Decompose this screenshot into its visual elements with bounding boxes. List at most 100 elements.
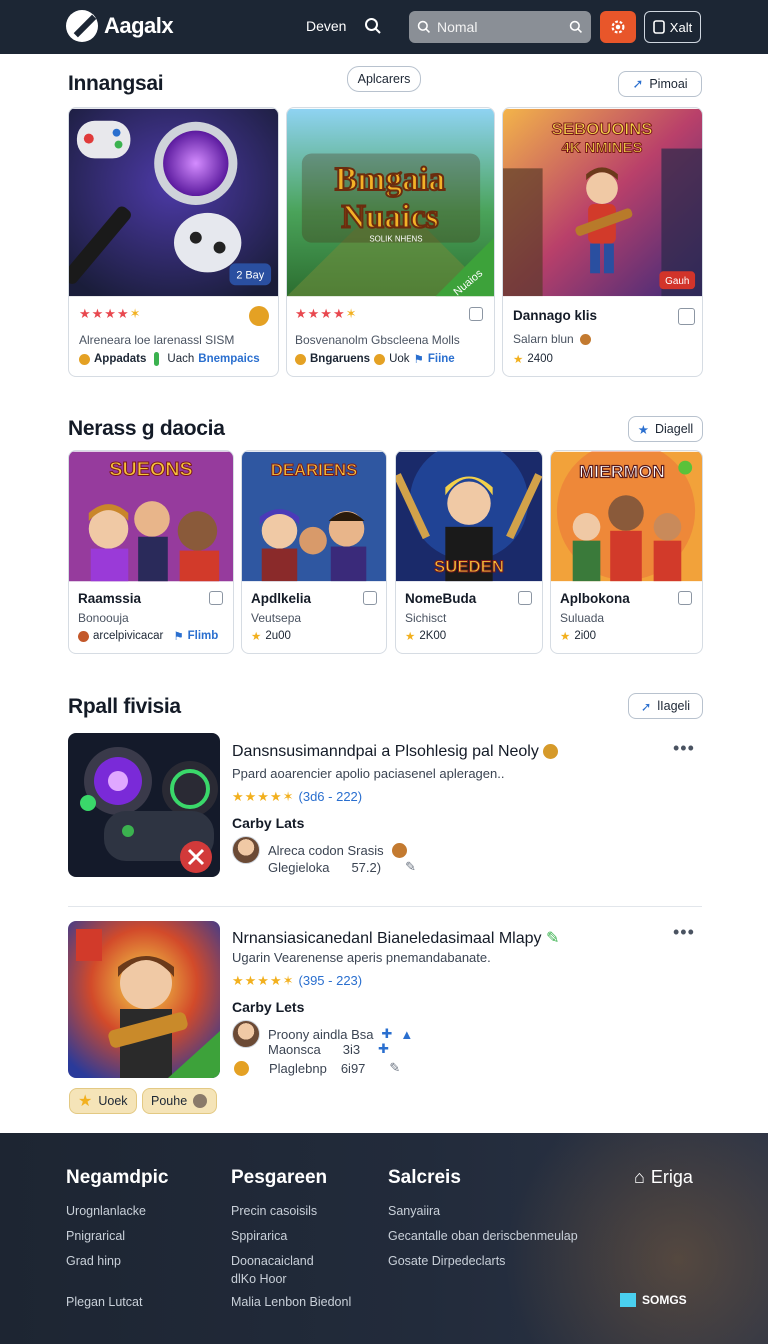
footer-heading: Pesgareen: [231, 1167, 328, 1188]
game-card[interactable]: SUEONS Raamssia Bonoouja arcelpivicacar …: [68, 450, 234, 654]
search-icon[interactable]: [364, 17, 382, 35]
tag-chip[interactable]: ★ Uoek: [69, 1088, 137, 1114]
game-card[interactable]: MIERMON Aplbokona Suluada ★ 2i00: [550, 450, 703, 654]
top-bar: Aagalx Deven Xalt: [0, 0, 768, 54]
new-section-button-label: Diagell: [655, 422, 694, 436]
edit-icon[interactable]: ✎: [389, 1060, 400, 1076]
card-sub: Bonoouja: [78, 611, 129, 625]
star-icon: ★: [251, 631, 262, 643]
divider: [68, 906, 702, 907]
meta-link[interactable]: Bnempaics: [198, 353, 259, 365]
coin-icon: [579, 333, 591, 345]
avatar[interactable]: [232, 1020, 260, 1048]
footer-link[interactable]: dlKo Hoor: [231, 1272, 287, 1286]
bookmark-checkbox[interactable]: [209, 591, 223, 605]
footer-link[interactable]: Malia Lenbon Biedonl: [231, 1295, 351, 1309]
triangle-icon: ▲: [400, 1026, 414, 1042]
game-title-text: Nrnansiasicanedanl Bianeledasimaal Mlapy: [232, 930, 542, 947]
reviewer-name: Maonsca: [268, 1041, 321, 1057]
game-desc: Ppard aoarencier apolio paciasenel apler…: [232, 766, 505, 781]
more-options-icon[interactable]: •••: [673, 922, 695, 943]
footer-link[interactable]: Grad hinp: [66, 1254, 121, 1268]
rating-count: (3d6 - 222): [298, 789, 363, 804]
meta-mid: Uok: [389, 353, 410, 365]
flag-icon: ⚑: [413, 354, 424, 366]
art-title: SUEONS: [109, 459, 192, 481]
bookmark-checkbox[interactable]: [363, 591, 377, 605]
share-icon[interactable]: ✚: [382, 1026, 393, 1042]
new-section-button[interactable]: ★ Diagell: [628, 416, 703, 442]
star-icon: ★: [637, 422, 649, 437]
settings-button[interactable]: [600, 11, 636, 43]
search-box[interactable]: [409, 11, 591, 43]
game-thumbnail[interactable]: [68, 733, 220, 877]
pill-label: Aplcarers: [357, 72, 411, 86]
featured-filter-pill[interactable]: Aplcarers: [347, 66, 421, 92]
more-options-icon[interactable]: •••: [673, 738, 695, 759]
game-card[interactable]: DEARIENS Apdlkelia Veutsepa ★ 2u00: [241, 450, 387, 654]
search-submit-icon[interactable]: [569, 20, 583, 34]
bookmark-checkbox[interactable]: [469, 307, 483, 321]
art-title-line3: SOLIK NHENS: [369, 235, 422, 244]
popular-button[interactable]: ➚ lIageli: [628, 693, 703, 719]
account-button[interactable]: Xalt: [644, 11, 701, 43]
bookmark-checkbox[interactable]: [518, 591, 532, 605]
reviewer-name: Plaglebnp: [269, 1060, 327, 1076]
share-icon[interactable]: ✚: [378, 1041, 389, 1057]
avatar[interactable]: [232, 836, 260, 864]
footer-link[interactable]: Doonacaicland: [231, 1254, 314, 1268]
meta-text: 2u00: [265, 630, 291, 642]
featured-card[interactable]: SEBOUOINS 4K NMINES Gauh Dannago klis Sa…: [502, 107, 703, 377]
card-art-label: Gauh: [665, 276, 689, 287]
featured-card[interactable]: Bmgaia Nuaics SOLIK NHENS Nuaios ★★★★✶ B…: [286, 107, 495, 377]
featured-more-button[interactable]: ➚ Pimoai: [618, 71, 702, 97]
meta-link[interactable]: Flimb: [188, 630, 219, 642]
card-meta: ★ 2400: [513, 352, 553, 366]
rocket-icon: ➚: [640, 699, 652, 714]
footer-home-link[interactable]: ⌂ Eriga: [634, 1167, 693, 1188]
card-title: Dannago klis: [513, 308, 598, 323]
footer-link[interactable]: Pnigrarical: [66, 1229, 125, 1243]
new-section-title: Nerass g daocia: [68, 417, 225, 440]
star-rating: ★★★★✶ (395 - 223): [232, 973, 363, 988]
card-meta: ★ 2K00: [405, 629, 446, 643]
footer-link[interactable]: Sppirarica: [231, 1229, 287, 1243]
star-rating: ★★★★✶: [295, 306, 358, 321]
card-title: Aplbokona: [560, 591, 630, 606]
footer-link[interactable]: Sanyaiira: [388, 1204, 440, 1218]
game-title[interactable]: Nrnansiasicanedanl Bianeledasimaal Mlapy…: [232, 928, 559, 948]
footer-link[interactable]: Urognlanlacke: [66, 1204, 146, 1218]
card-artwork: SUEONS: [69, 451, 233, 582]
meta-link[interactable]: Fiine: [428, 353, 455, 365]
footer-link[interactable]: Plegan Lutcat: [66, 1295, 142, 1309]
search-field-icon: [417, 20, 430, 33]
coin-icon: [234, 1060, 249, 1076]
reviewer-row: Maonsca 3i3 ✚: [268, 1041, 389, 1057]
nav-link[interactable]: Deven: [306, 18, 346, 34]
footer-heading: Negamdpic: [66, 1167, 169, 1188]
footer-brand[interactable]: SOMGS: [620, 1293, 687, 1307]
brand-logo[interactable]: Aagalx: [66, 10, 174, 42]
card-meta: ★ 2i00: [560, 629, 596, 643]
game-card[interactable]: SUEDEN NomeBuda Sichisct ★ 2K00: [395, 450, 543, 654]
card-meta: ★ 2u00: [251, 629, 291, 643]
meta-mid: Uach: [167, 353, 195, 365]
home-icon: ⌂: [634, 1167, 645, 1187]
bookmark-checkbox[interactable]: [678, 591, 692, 605]
tag-chip[interactable]: Pouhe: [142, 1088, 217, 1114]
coin-icon: [78, 630, 89, 642]
bookmark-checkbox[interactable]: [678, 308, 695, 325]
edit-icon[interactable]: ✎: [405, 859, 416, 875]
footer-link[interactable]: Gosate Dirpedeclarts: [388, 1254, 505, 1268]
game-thumbnail[interactable]: [68, 921, 220, 1078]
footer-link[interactable]: Precin casoisils: [231, 1204, 317, 1218]
meta-text: 2K00: [419, 630, 447, 642]
reviewer-value: 6i97: [340, 1060, 366, 1076]
card-title: Apdlkelia: [251, 591, 312, 606]
coin-icon: [193, 1094, 208, 1108]
card-artwork: SEBOUOINS 4K NMINES Gauh: [503, 108, 702, 297]
game-title[interactable]: Dansnsusimanndpai a Plsohlesig pal Neoly: [232, 743, 559, 761]
footer-link[interactable]: Gecantalle oban deriscbenmeulap: [388, 1229, 578, 1243]
featured-card[interactable]: 2 Bay ★★★★✶ Alreneara loe larenassl SISM…: [68, 107, 279, 377]
search-input[interactable]: [437, 19, 569, 35]
